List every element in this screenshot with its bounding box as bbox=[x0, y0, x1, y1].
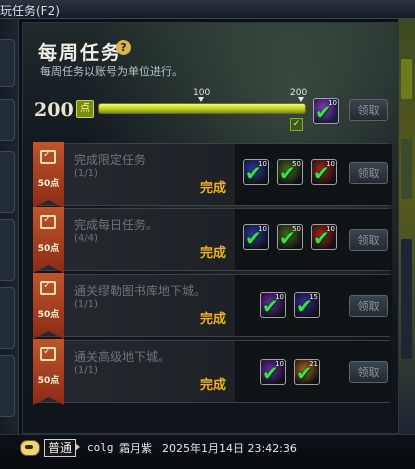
question-icon[interactable]: ? bbox=[116, 40, 131, 55]
task-points: 50点 bbox=[37, 179, 60, 189]
task-card: 50点 通关缪勒图书库地下城。 (1/1) 完成 10 ✔ 15 ✔ 领取 bbox=[33, 273, 392, 339]
page-title: 每周任务 bbox=[38, 42, 123, 64]
claim-button[interactable]: 领取 bbox=[349, 162, 388, 184]
check-icon: ✔ bbox=[296, 294, 313, 318]
task-status: 完成 bbox=[200, 378, 227, 393]
check-icon: ✔ bbox=[279, 161, 296, 185]
left-tab[interactable] bbox=[0, 99, 15, 141]
task-reward-icon[interactable]: 10 ✔ bbox=[243, 159, 269, 185]
calendar-icon bbox=[40, 149, 56, 164]
task-card: 50点 完成每日任务。 (4/4) 完成 10 ✔ 50 ✔ 10 ✔ 领取 bbox=[33, 207, 392, 273]
check-icon: ✔ bbox=[262, 361, 279, 385]
check-icon: ✔ bbox=[245, 226, 262, 250]
task-status: 完成 bbox=[200, 181, 227, 196]
task-reward-icon[interactable]: 10 ✔ bbox=[311, 159, 337, 185]
points-unit-badge: 点 bbox=[76, 100, 94, 118]
task-points-ribbon: 50点 bbox=[33, 339, 64, 405]
task-progress: (4/4) bbox=[74, 233, 98, 244]
task-points-ribbon: 50点 bbox=[33, 142, 64, 208]
check-icon: ✔ bbox=[245, 161, 262, 185]
left-tab[interactable] bbox=[0, 287, 15, 349]
page-subtitle: 每周任务以账号为单位进行。 bbox=[40, 65, 183, 78]
task-reward-icon[interactable]: 50 ✔ bbox=[277, 224, 303, 250]
task-name: 完成限定任务 bbox=[74, 153, 147, 167]
left-tab[interactable] bbox=[0, 355, 15, 417]
task-reward-icon[interactable]: 50 ✔ bbox=[277, 159, 303, 185]
milestone-check-icon: ✓ bbox=[290, 118, 303, 131]
points-progress-fill bbox=[99, 104, 305, 113]
milestone-label: 100 bbox=[193, 88, 211, 98]
chevron-right-icon[interactable] bbox=[75, 443, 80, 451]
task-reward-icon[interactable]: 10 ✔ bbox=[260, 292, 286, 318]
check-icon: ✔ bbox=[313, 161, 330, 185]
task-points-ribbon: 50点 bbox=[33, 207, 64, 273]
left-tab[interactable] bbox=[0, 39, 15, 87]
total-points: 200 bbox=[34, 99, 74, 121]
task-name: 完成每日任务。 bbox=[74, 218, 159, 232]
points-progress-bar bbox=[98, 103, 306, 114]
task-name: 通关高级地下城。 bbox=[74, 350, 171, 364]
claim-button[interactable]: 领取 bbox=[349, 229, 388, 251]
window-titlebar: 玩任务(F2) bbox=[0, 0, 415, 19]
left-tab[interactable] bbox=[0, 219, 15, 281]
left-tab[interactable] bbox=[0, 151, 15, 213]
claim-button[interactable]: 领取 bbox=[349, 295, 388, 317]
chat-server: 霜月紫 bbox=[119, 442, 152, 455]
chat-channel-select[interactable]: 普通 bbox=[44, 439, 77, 457]
task-points: 50点 bbox=[37, 244, 60, 254]
right-panel-edge bbox=[398, 19, 415, 434]
check-icon: ✔ bbox=[279, 226, 296, 250]
side-bar-segment bbox=[401, 239, 412, 359]
milestone-label: 200 bbox=[290, 88, 308, 98]
calendar-icon bbox=[40, 214, 56, 229]
task-card: 50点 完成限定任务 (1/1) 完成 10 ✔ 50 ✔ 10 ✔ 领取 bbox=[33, 142, 392, 208]
chat-bar: 普通 colg 霜月紫 2025年1月14日 23:42:36 bbox=[0, 434, 415, 469]
chat-bubble-icon[interactable] bbox=[20, 440, 40, 456]
side-bar-segment bbox=[401, 139, 412, 199]
task-name: 通关缪勒图书库地下城。 bbox=[74, 284, 207, 298]
task-points: 50点 bbox=[37, 310, 60, 320]
check-icon: ✔ bbox=[315, 100, 332, 124]
task-progress: (1/1) bbox=[74, 365, 98, 376]
task-points: 50点 bbox=[37, 376, 60, 386]
task-reward-icon[interactable]: 10 ✔ bbox=[260, 359, 286, 385]
task-progress: (1/1) bbox=[74, 168, 98, 179]
left-panel-edge bbox=[0, 19, 19, 434]
check-icon: ✔ bbox=[313, 226, 330, 250]
task-card: 50点 通关高级地下城。 (1/1) 完成 10 ✔ 21 ✔ 领取 bbox=[33, 339, 392, 405]
check-icon: ✔ bbox=[262, 294, 279, 318]
chat-timestamp: 2025年1月14日 23:42:36 bbox=[162, 442, 297, 455]
task-status: 完成 bbox=[200, 246, 227, 261]
task-progress: (1/1) bbox=[74, 299, 98, 310]
progress-reward-icon[interactable]: 10 ✔ bbox=[313, 98, 339, 124]
window-title: 玩任务(F2) bbox=[0, 4, 60, 18]
task-reward-icon[interactable]: 10 ✔ bbox=[311, 224, 337, 250]
claim-button[interactable]: 领取 bbox=[349, 361, 388, 383]
calendar-icon bbox=[40, 280, 56, 295]
claim-button[interactable]: 领取 bbox=[349, 99, 388, 121]
check-icon: ✔ bbox=[296, 361, 313, 385]
task-reward-icon[interactable]: 10 ✔ bbox=[243, 224, 269, 250]
side-bar-segment bbox=[401, 59, 412, 99]
chat-username: colg bbox=[87, 441, 114, 454]
task-status: 完成 bbox=[200, 312, 227, 327]
task-reward-icon[interactable]: 15 ✔ bbox=[294, 292, 320, 318]
calendar-icon bbox=[40, 346, 56, 361]
task-reward-icon[interactable]: 21 ✔ bbox=[294, 359, 320, 385]
task-points-ribbon: 50点 bbox=[33, 273, 64, 339]
